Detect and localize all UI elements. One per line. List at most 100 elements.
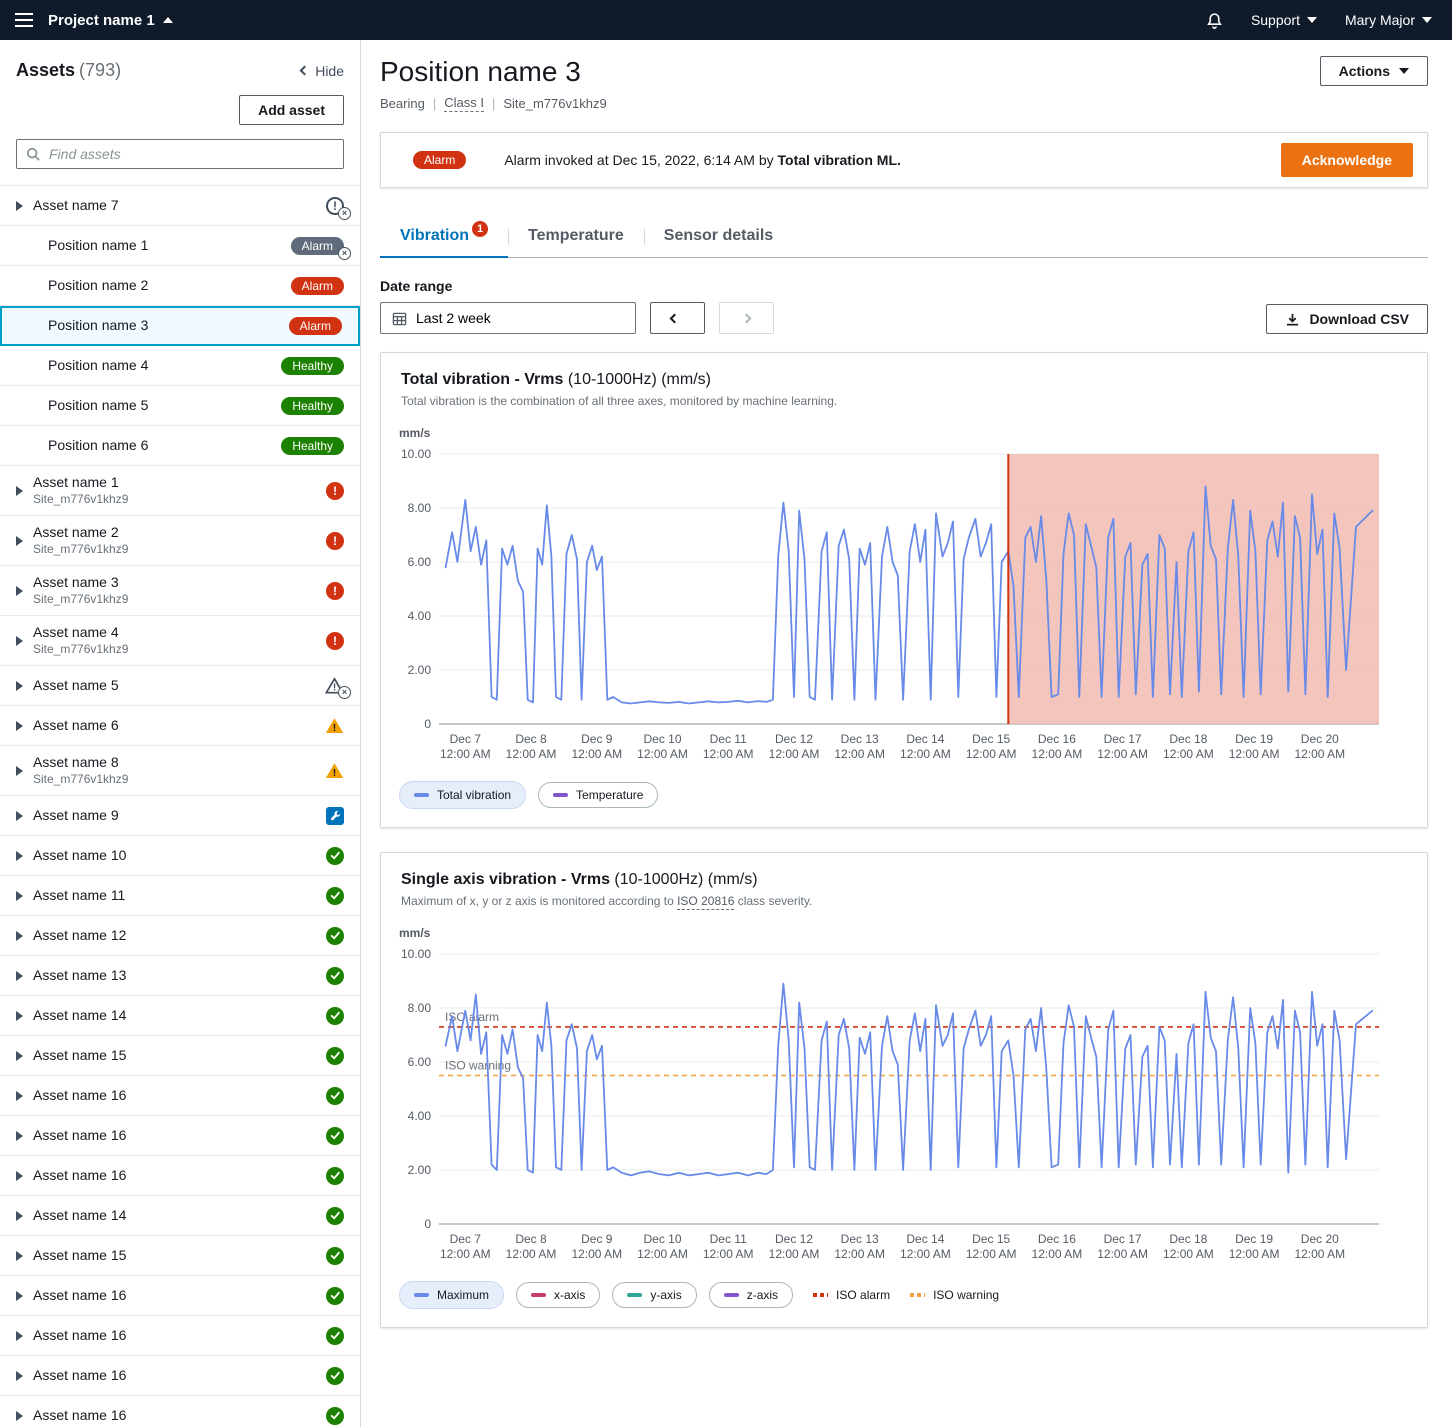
asset-row-asset-name-13[interactable]: Asset name 13 bbox=[0, 956, 360, 996]
position-row-position-name-3[interactable]: Position name 3Alarm bbox=[0, 306, 360, 346]
svg-text:Dec 19: Dec 19 bbox=[1235, 732, 1273, 746]
asset-row-asset-name-16[interactable]: Asset name 16 bbox=[0, 1356, 360, 1396]
expand-icon[interactable] bbox=[16, 1251, 23, 1261]
class-info-link[interactable]: Class I bbox=[444, 95, 484, 112]
page-title: Position name 3 bbox=[380, 56, 607, 88]
expand-icon[interactable] bbox=[16, 1051, 23, 1061]
position-row-position-name-6[interactable]: Position name 6Healthy bbox=[0, 426, 360, 466]
asset-label: Asset name 10 bbox=[33, 847, 126, 865]
expand-icon[interactable] bbox=[16, 636, 23, 646]
find-assets-input[interactable] bbox=[16, 139, 344, 169]
asset-row-asset-name-2[interactable]: Asset name 2Site_m776v1khz9! bbox=[0, 516, 360, 566]
healthy-icon bbox=[326, 1007, 344, 1025]
charts-section: Total vibration - Vrms (10-1000Hz) (mm/s… bbox=[380, 352, 1428, 1328]
expand-icon[interactable] bbox=[16, 851, 23, 861]
support-menu[interactable]: Support bbox=[1251, 12, 1317, 28]
asset-row-asset-name-16[interactable]: Asset name 16 bbox=[0, 1276, 360, 1316]
asset-row-asset-name-8[interactable]: Asset name 8Site_m776v1khz9! bbox=[0, 746, 360, 796]
expand-icon[interactable] bbox=[16, 1291, 23, 1301]
svg-text:Dec 14: Dec 14 bbox=[906, 732, 944, 746]
expand-icon[interactable] bbox=[16, 931, 23, 941]
asset-row-asset-name-15[interactable]: Asset name 15 bbox=[0, 1236, 360, 1276]
expand-icon[interactable] bbox=[16, 486, 23, 496]
legend-total-vibration[interactable]: Total vibration bbox=[399, 781, 526, 809]
tab-sensor-details[interactable]: Sensor details bbox=[644, 218, 793, 258]
asset-row-asset-name-16[interactable]: Asset name 16 bbox=[0, 1316, 360, 1356]
next-range-button[interactable] bbox=[719, 302, 774, 334]
asset-row-asset-name-16[interactable]: Asset name 16 bbox=[0, 1396, 360, 1427]
asset-row-asset-name-3[interactable]: Asset name 3Site_m776v1khz9! bbox=[0, 566, 360, 616]
asset-row-asset-name-14[interactable]: Asset name 14 bbox=[0, 996, 360, 1036]
download-csv-button[interactable]: Download CSV bbox=[1266, 304, 1428, 334]
legend-iso-warning: ISO warning bbox=[910, 1288, 999, 1302]
asset-row-asset-name-10[interactable]: Asset name 10 bbox=[0, 836, 360, 876]
svg-text:Dec 20: Dec 20 bbox=[1301, 732, 1339, 746]
y-axis-unit: mm/s bbox=[381, 912, 1427, 942]
svg-text:Dec 7: Dec 7 bbox=[450, 1232, 482, 1246]
expand-icon[interactable] bbox=[16, 1131, 23, 1141]
expand-icon[interactable] bbox=[16, 536, 23, 546]
legend-maximum[interactable]: Maximum bbox=[399, 1281, 504, 1309]
expand-icon[interactable] bbox=[16, 971, 23, 981]
legend-y-axis[interactable]: y-axis bbox=[612, 1282, 696, 1308]
hide-panel-button[interactable]: Hide bbox=[301, 63, 344, 79]
position-label: Position name 4 bbox=[48, 357, 148, 375]
expand-icon[interactable] bbox=[16, 891, 23, 901]
menu-icon[interactable] bbox=[0, 0, 48, 40]
asset-row-asset-name-1[interactable]: Asset name 1Site_m776v1khz9! bbox=[0, 466, 360, 516]
expand-icon[interactable] bbox=[16, 766, 23, 776]
previous-range-button[interactable] bbox=[650, 302, 705, 334]
asset-row-asset-name-7[interactable]: Asset name 7!× bbox=[0, 186, 360, 226]
position-row-position-name-1[interactable]: Position name 1Alarm× bbox=[0, 226, 360, 266]
asset-row-asset-name-16[interactable]: Asset name 16 bbox=[0, 1156, 360, 1196]
position-row-position-name-4[interactable]: Position name 4Healthy bbox=[0, 346, 360, 386]
asset-row-asset-name-9[interactable]: Asset name 9 bbox=[0, 796, 360, 836]
svg-text:0: 0 bbox=[424, 1217, 431, 1231]
svg-text:12:00 AM: 12:00 AM bbox=[769, 747, 820, 761]
legend-x-axis[interactable]: x-axis bbox=[516, 1282, 600, 1308]
acknowledge-button[interactable]: Acknowledge bbox=[1281, 143, 1413, 177]
expand-icon[interactable] bbox=[16, 1171, 23, 1181]
actions-button[interactable]: Actions bbox=[1320, 56, 1428, 86]
chart-subtitle: Maximum of x, y or z axis is monitored a… bbox=[401, 894, 1407, 908]
asset-row-asset-name-12[interactable]: Asset name 12 bbox=[0, 916, 360, 956]
expand-icon[interactable] bbox=[16, 1011, 23, 1021]
asset-row-asset-name-15[interactable]: Asset name 15 bbox=[0, 1036, 360, 1076]
tab-vibration[interactable]: Vibration1 bbox=[380, 218, 508, 258]
expand-icon[interactable] bbox=[16, 1411, 23, 1421]
legend-z-axis[interactable]: z-axis bbox=[709, 1282, 793, 1308]
chart-subtitle: Total vibration is the combination of al… bbox=[401, 394, 1407, 408]
asset-row-asset-name-11[interactable]: Asset name 11 bbox=[0, 876, 360, 916]
asset-row-asset-name-14[interactable]: Asset name 14 bbox=[0, 1196, 360, 1236]
expand-icon[interactable] bbox=[16, 1371, 23, 1381]
svg-text:12:00 AM: 12:00 AM bbox=[769, 1247, 820, 1261]
asset-row-asset-name-4[interactable]: Asset name 4Site_m776v1khz9! bbox=[0, 616, 360, 666]
asset-row-asset-name-16[interactable]: Asset name 16 bbox=[0, 1076, 360, 1116]
asset-row-asset-name-16[interactable]: Asset name 16 bbox=[0, 1116, 360, 1156]
caret-down-icon bbox=[1399, 68, 1409, 74]
position-row-position-name-2[interactable]: Position name 2Alarm bbox=[0, 266, 360, 306]
expand-icon[interactable] bbox=[16, 1211, 23, 1221]
date-range-select[interactable]: Last 2 week bbox=[380, 302, 636, 334]
iso-standard-link[interactable]: ISO 20816 bbox=[677, 894, 734, 910]
expand-icon[interactable] bbox=[16, 681, 23, 691]
expand-icon[interactable] bbox=[16, 721, 23, 731]
tab-temperature[interactable]: Temperature bbox=[508, 218, 644, 258]
position-row-position-name-5[interactable]: Position name 5Healthy bbox=[0, 386, 360, 426]
expand-icon[interactable] bbox=[16, 201, 23, 211]
expand-icon[interactable] bbox=[16, 811, 23, 821]
add-asset-button[interactable]: Add asset bbox=[239, 95, 344, 125]
expand-icon[interactable] bbox=[16, 586, 23, 596]
asset-row-asset-name-6[interactable]: Asset name 6! bbox=[0, 706, 360, 746]
alarm-icon: ! bbox=[326, 632, 344, 650]
expand-icon[interactable] bbox=[16, 1091, 23, 1101]
notifications-bell-icon[interactable] bbox=[1206, 12, 1223, 29]
legend-temperature[interactable]: Temperature bbox=[538, 782, 658, 808]
user-menu[interactable]: Mary Major bbox=[1345, 12, 1432, 28]
svg-text:12:00 AM: 12:00 AM bbox=[1294, 747, 1345, 761]
top-navigation: Project name 1 Support Mary Major bbox=[0, 0, 1452, 40]
project-selector[interactable]: Project name 1 bbox=[48, 12, 173, 29]
expand-icon[interactable] bbox=[16, 1331, 23, 1341]
tabs: Vibration1TemperatureSensor details bbox=[380, 218, 1428, 258]
asset-row-asset-name-5[interactable]: Asset name 5!× bbox=[0, 666, 360, 706]
